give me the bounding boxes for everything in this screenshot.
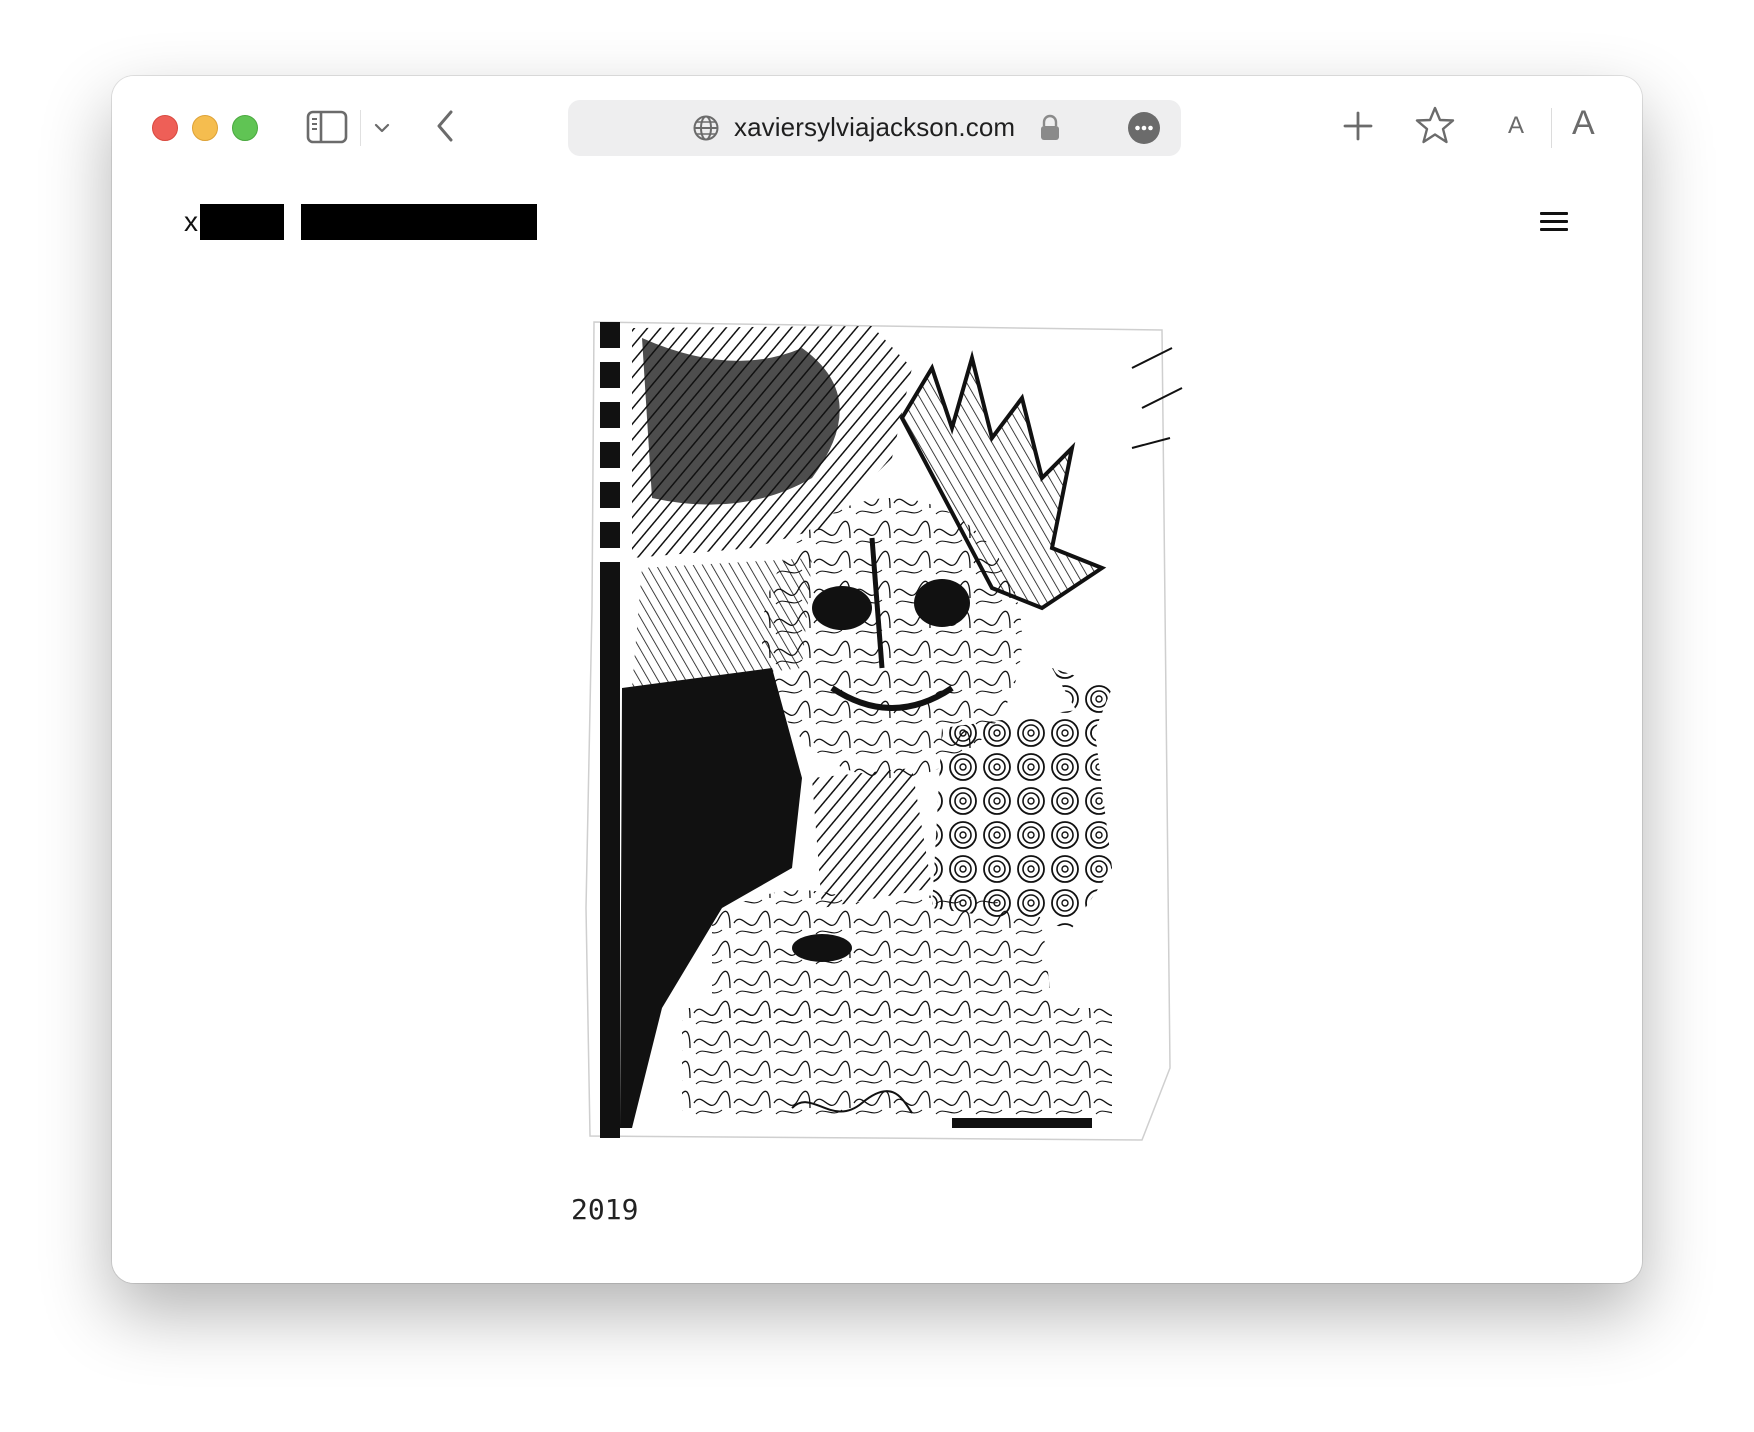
new-tab-button[interactable] <box>1340 108 1376 144</box>
more-icon <box>1135 125 1153 131</box>
globe-icon <box>693 115 719 141</box>
redacted-name-block <box>200 204 284 240</box>
page-menu-button[interactable] <box>1128 112 1160 144</box>
toolbar-divider <box>1551 108 1552 148</box>
site-logo-initial[interactable]: x <box>184 206 198 238</box>
back-button[interactable] <box>430 106 460 146</box>
chevron-down-icon <box>374 123 390 133</box>
menu-icon <box>1540 212 1568 215</box>
star-icon <box>1415 106 1455 144</box>
sidebar-icon <box>306 110 348 144</box>
menu-icon-line <box>1540 228 1568 231</box>
plus-icon <box>1343 111 1373 141</box>
decrease-font-button[interactable]: A <box>1508 112 1524 140</box>
toolbar-divider <box>360 110 361 146</box>
close-window-button[interactable] <box>152 115 178 141</box>
address-bar[interactable]: xaviersylviajackson.com <box>568 100 1181 156</box>
menu-button[interactable] <box>1540 212 1568 232</box>
back-icon <box>437 110 453 142</box>
artwork-year: 2019 <box>571 1193 639 1226</box>
minimize-window-button[interactable] <box>192 115 218 141</box>
maximize-window-button[interactable] <box>232 115 258 141</box>
tab-group-menu-button[interactable] <box>370 116 394 140</box>
lock-icon <box>1041 114 1059 140</box>
redacted-name-block <box>301 204 537 240</box>
sidebar-toggle-button[interactable] <box>306 106 348 148</box>
url-text: xaviersylviajackson.com <box>734 112 1016 142</box>
browser-toolbar: xaviersylviajackson.com A A <box>112 76 1642 180</box>
menu-icon-line <box>1540 220 1568 223</box>
browser-window: xaviersylviajackson.com A A x 2019 <box>112 76 1642 1283</box>
artwork-image[interactable] <box>572 308 1192 1153</box>
increase-font-button[interactable]: A <box>1572 104 1595 143</box>
bookmark-button[interactable] <box>1414 104 1456 146</box>
page-content: x 2019 <box>112 180 1642 1283</box>
